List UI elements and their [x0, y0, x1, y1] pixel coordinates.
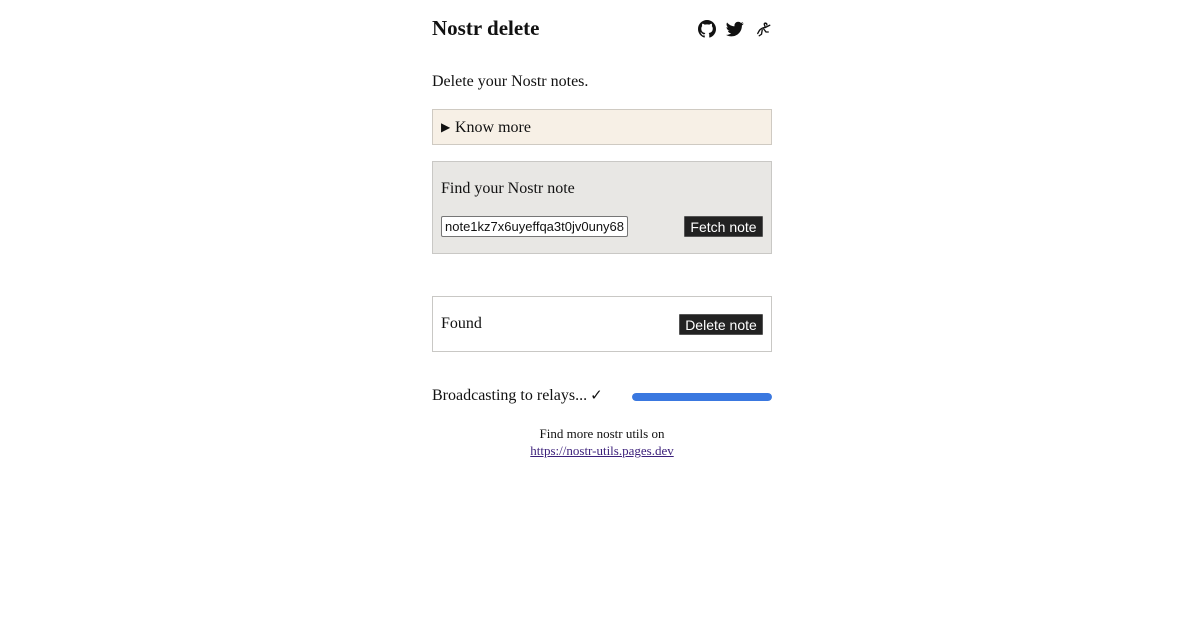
found-note-panel: Found Delete note	[432, 296, 772, 352]
know-more-label: Know more	[455, 119, 531, 136]
know-more-disclosure[interactable]: ▶ Know more	[432, 109, 772, 145]
progress-fill	[632, 393, 772, 401]
broadcast-progress-bar	[632, 393, 772, 401]
delete-note-button[interactable]: Delete note	[679, 314, 763, 335]
broadcast-text: Broadcasting to relays...	[432, 387, 588, 404]
page-title: Nostr delete	[432, 16, 540, 40]
nostr-utils-link[interactable]: https://nostr-utils.pages.dev	[530, 443, 673, 458]
fetch-note-button[interactable]: Fetch note	[684, 216, 763, 237]
find-note-heading: Find your Nostr note	[441, 180, 575, 197]
footer-text: Find more nostr utils on	[539, 426, 665, 441]
broadcast-status: Broadcasting to relays... ✓	[432, 385, 603, 406]
intro-text: Delete your Nostr notes.	[432, 73, 589, 90]
find-note-panel: Find your Nostr note Fetch note	[432, 161, 772, 254]
footer: Find more nostr utils on https://nostr-u…	[432, 425, 772, 459]
github-icon[interactable]	[698, 20, 716, 38]
header: Nostr delete	[432, 14, 772, 44]
found-status: Found	[441, 315, 482, 332]
twitter-icon[interactable]	[726, 20, 744, 38]
check-icon: ✓	[590, 386, 603, 404]
ostrich-icon[interactable]	[754, 20, 772, 38]
note-id-input[interactable]	[441, 216, 628, 237]
disclosure-triangle-icon: ▶	[441, 120, 451, 134]
social-links	[698, 20, 772, 38]
